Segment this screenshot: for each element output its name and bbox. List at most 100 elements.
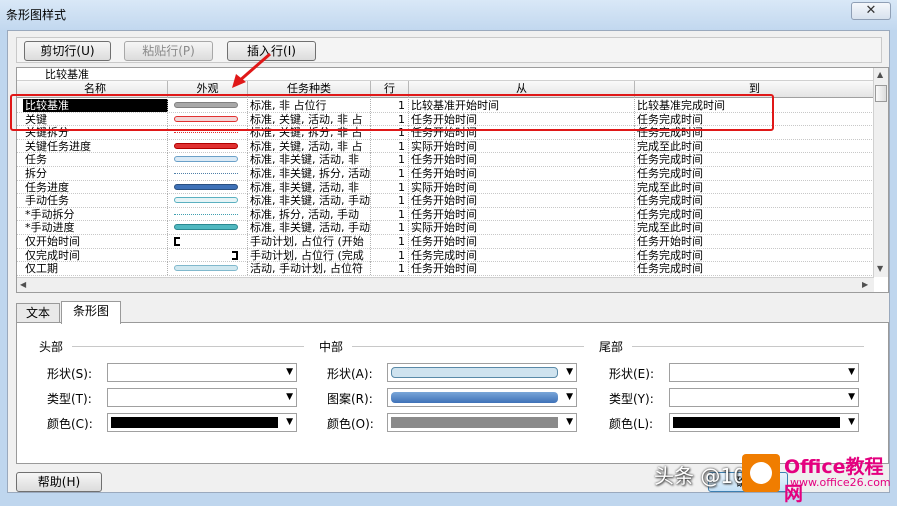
cell-row[interactable]: 1 xyxy=(371,207,409,221)
vertical-scrollbar[interactable]: ▲ ▼ xyxy=(873,68,888,277)
cell-to[interactable]: 任务完成时间 xyxy=(635,262,874,276)
cell-from[interactable]: 任务开始时间 xyxy=(409,166,635,180)
cell-from[interactable]: 任务开始时间 xyxy=(409,207,635,221)
insert-row-button[interactable]: 插入行(I) xyxy=(227,41,316,61)
cell-from[interactable]: 任务开始时间 xyxy=(409,234,635,248)
cell-from[interactable]: 任务开始时间 xyxy=(409,126,635,140)
scroll-down-icon[interactable]: ▼ xyxy=(877,264,883,274)
table-row[interactable]: *手动进度 标准, 非关键, 活动, 手动 1 实际开始时间 完成至此时间 xyxy=(17,221,874,235)
cell-appearance[interactable] xyxy=(168,112,248,126)
cell-to[interactable]: 任务完成时间 xyxy=(635,207,874,221)
cell-name[interactable]: 仅开始时间 xyxy=(23,234,168,248)
cell-row[interactable]: 1 xyxy=(371,194,409,208)
cut-row-button[interactable]: 剪切行(U) xyxy=(24,41,111,61)
cell-task-type[interactable]: 标准, 关键, 活动, 非 占 xyxy=(248,112,371,126)
cell-row[interactable]: 1 xyxy=(371,234,409,248)
cell-row[interactable]: 1 xyxy=(371,248,409,262)
col-header-to[interactable]: 到 xyxy=(635,81,874,98)
col-header-appearance[interactable]: 外观 xyxy=(168,81,248,98)
cell-to[interactable]: 任务完成时间 xyxy=(635,153,874,167)
cell-row[interactable]: 1 xyxy=(371,139,409,153)
cell-name[interactable]: 仅完成时间 xyxy=(23,248,168,262)
cell-from[interactable]: 任务开始时间 xyxy=(409,194,635,208)
cell-from[interactable]: 任务开始时间 xyxy=(409,112,635,126)
cell-row[interactable]: 1 xyxy=(371,126,409,140)
scroll-left-icon[interactable]: ◀ xyxy=(20,280,26,290)
table-row[interactable]: *手动拆分 标准, 拆分, 活动, 手动 1 任务开始时间 任务完成时间 xyxy=(17,207,874,222)
table-row[interactable]: 仅开始时间 手动计划, 占位行 (开始 1 任务开始时间 任务开始时间 xyxy=(17,234,874,249)
col-header-row[interactable]: 行 xyxy=(371,81,409,98)
cell-to[interactable]: 任务完成时间 xyxy=(635,112,874,126)
tab-text[interactable]: 文本 xyxy=(16,303,60,323)
head-type-select[interactable]: ▼ xyxy=(107,388,297,407)
cell-appearance[interactable] xyxy=(168,262,248,276)
cell-name[interactable]: 关键拆分 xyxy=(23,126,168,140)
col-header-from[interactable]: 从 xyxy=(409,81,635,98)
cell-appearance[interactable] xyxy=(168,153,248,167)
cell-task-type[interactable]: 标准, 非关键, 活动, 手动 xyxy=(248,194,371,208)
cell-appearance[interactable] xyxy=(168,194,248,208)
cell-name[interactable]: *手动进度 xyxy=(23,221,168,235)
cell-to[interactable]: 完成至此时间 xyxy=(635,180,874,194)
cell-task-type[interactable]: 标准, 拆分, 活动, 手动 xyxy=(248,207,371,221)
head-color-select[interactable]: ▼ xyxy=(107,413,297,432)
horizontal-scrollbar[interactable]: ◀ ▶ xyxy=(17,277,874,292)
cell-name[interactable]: 关键任务进度 xyxy=(23,139,168,153)
middle-shape-select[interactable]: ▼ xyxy=(387,363,577,382)
cell-to[interactable]: 任务完成时间 xyxy=(635,166,874,180)
cell-task-type[interactable]: 标准, 关键, 活动, 非 占 xyxy=(248,139,371,153)
cell-row[interactable]: 1 xyxy=(371,180,409,194)
cell-task-type[interactable]: 活动, 手动计划, 占位符 xyxy=(248,262,371,276)
scroll-thumb[interactable] xyxy=(875,85,887,102)
cell-task-type[interactable]: 标准, 非关键, 活动, 非 xyxy=(248,180,371,194)
scroll-right-icon[interactable]: ▶ xyxy=(862,280,868,290)
cell-from[interactable]: 任务完成时间 xyxy=(409,248,635,262)
cell-to[interactable]: 任务开始时间 xyxy=(635,234,874,248)
middle-pattern-select[interactable]: ▼ xyxy=(387,388,577,407)
cell-name[interactable]: 关键 xyxy=(23,112,168,126)
cell-task-type[interactable]: 标准, 关键, 拆分, 非 占 xyxy=(248,126,371,140)
table-row[interactable]: 手动任务 标准, 非关键, 活动, 手动 1 任务开始时间 任务完成时间 xyxy=(17,194,874,208)
cell-task-type[interactable]: 手动计划, 占位行 (开始 xyxy=(248,234,371,248)
tail-color-select[interactable]: ▼ xyxy=(669,413,859,432)
cell-task-type[interactable]: 标准, 非关键, 拆分, 活动 xyxy=(248,166,371,180)
tail-type-select[interactable]: ▼ xyxy=(669,388,859,407)
tail-shape-select[interactable]: ▼ xyxy=(669,363,859,382)
cell-row[interactable]: 1 xyxy=(371,166,409,180)
cell-row[interactable]: 1 xyxy=(371,112,409,126)
middle-color-select[interactable]: ▼ xyxy=(387,413,577,432)
cell-to[interactable]: 完成至此时间 xyxy=(635,221,874,235)
cell-to[interactable]: 完成至此时间 xyxy=(635,139,874,153)
table-row[interactable]: 拆分 标准, 非关键, 拆分, 活动 1 任务开始时间 任务完成时间 xyxy=(17,166,874,181)
cell-edit-bar[interactable]: 比较基准 xyxy=(17,68,874,81)
cell-from[interactable]: 任务开始时间 xyxy=(409,262,635,276)
cell-row[interactable]: 1 xyxy=(371,153,409,167)
cell-to[interactable]: 比较基准完成时间 xyxy=(635,99,874,112)
table-row[interactable]: 关键拆分 标准, 关键, 拆分, 非 占 1 任务开始时间 任务完成时间 xyxy=(17,126,874,140)
cell-name[interactable]: 任务 xyxy=(23,153,168,167)
cell-from[interactable]: 比较基准开始时间 xyxy=(409,99,635,112)
table-row[interactable]: 任务进度 标准, 非关键, 活动, 非 1 实际开始时间 完成至此时间 xyxy=(17,180,874,195)
col-header-name[interactable]: 名称 xyxy=(23,81,168,98)
cell-from[interactable]: 实际开始时间 xyxy=(409,180,635,194)
table-row[interactable]: 关键任务进度 标准, 关键, 活动, 非 占 1 实际开始时间 完成至此时间 xyxy=(17,139,874,154)
table-row[interactable]: 仅完成时间 手动计划, 占位行 (完成 1 任务完成时间 任务完成时间 xyxy=(17,248,874,263)
ok-button[interactable]: 确定 xyxy=(708,472,788,492)
cell-task-type[interactable]: 手动计划, 占位行 (完成 xyxy=(248,248,371,262)
cell-appearance[interactable] xyxy=(168,248,248,262)
paste-row-button[interactable]: 粘贴行(P) xyxy=(124,41,213,61)
table-row[interactable]: 关键 标准, 关键, 活动, 非 占 1 任务开始时间 任务完成时间 xyxy=(17,112,874,127)
cell-task-type[interactable]: 标准, 非关键, 活动, 非 xyxy=(248,153,371,167)
cell-name[interactable]: *手动拆分 xyxy=(23,207,168,221)
col-header-task-type[interactable]: 任务种类 xyxy=(248,81,371,98)
cell-to[interactable]: 任务完成时间 xyxy=(635,248,874,262)
cell-from[interactable]: 实际开始时间 xyxy=(409,139,635,153)
tab-bars[interactable]: 条形图 xyxy=(61,301,121,324)
cell-task-type[interactable]: 标准, 非关键, 活动, 手动 xyxy=(248,221,371,235)
cell-appearance[interactable] xyxy=(168,126,248,140)
cell-row[interactable]: 1 xyxy=(371,262,409,276)
cell-appearance[interactable] xyxy=(168,99,248,112)
cell-row[interactable]: 1 xyxy=(371,99,409,112)
cell-appearance[interactable] xyxy=(168,221,248,235)
table-row[interactable]: 任务 标准, 非关键, 活动, 非 1 任务开始时间 任务完成时间 xyxy=(17,153,874,167)
